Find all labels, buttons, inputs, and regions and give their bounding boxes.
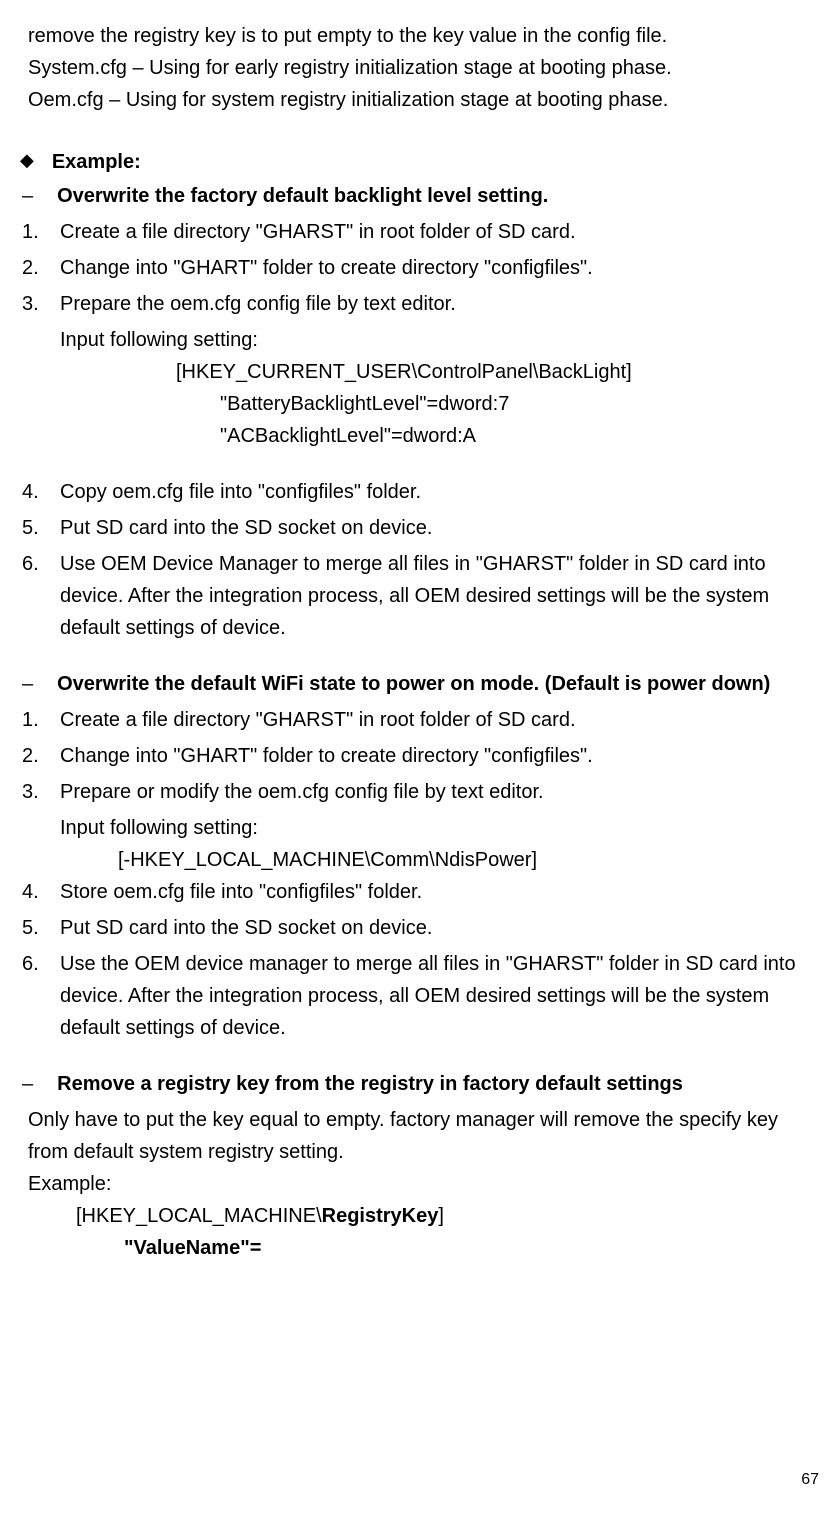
- section-3-text: Only have to put the key equal to empty.…: [28, 1104, 819, 1168]
- step-text: Change into "GHART" folder to create dir…: [60, 740, 819, 772]
- step-item: 3. Prepare or modify the oem.cfg config …: [22, 776, 819, 808]
- section-2-heading: – Overwrite the default WiFi state to po…: [20, 668, 819, 700]
- code-line: "ACBacklightLevel"=dword:A: [22, 420, 819, 452]
- step-item: 1. Create a file directory "GHARST" in r…: [22, 216, 819, 248]
- code-line: [-HKEY_LOCAL_MACHINE\Comm\NdisPower]: [22, 844, 819, 876]
- step-subtext: Input following setting:: [22, 324, 819, 356]
- section-2-steps: 1. Create a file directory "GHARST" in r…: [20, 704, 819, 1044]
- step-subtext: Input following setting:: [22, 812, 819, 844]
- step-text: Create a file directory "GHARST" in root…: [60, 216, 819, 248]
- step-item: 4. Copy oem.cfg file into "configfiles" …: [22, 476, 819, 508]
- example-label: Example:: [52, 146, 141, 178]
- dash-bullet-icon: –: [22, 180, 33, 212]
- page-number: 67: [801, 1467, 819, 1493]
- section-3-title: Remove a registry key from the registry …: [57, 1068, 819, 1100]
- step-text: Prepare or modify the oem.cfg config fil…: [60, 776, 819, 808]
- intro-line-1: remove the registry key is to put empty …: [28, 20, 819, 52]
- step-number: 2.: [22, 252, 60, 284]
- step-item: 1. Create a file directory "GHARST" in r…: [22, 704, 819, 736]
- step-number: 5.: [22, 512, 60, 544]
- intro-line-3: Oem.cfg – Using for system registry init…: [28, 84, 819, 116]
- step-number: 6.: [22, 548, 60, 580]
- step-number: 1.: [22, 704, 60, 736]
- code-bold: RegistryKey: [322, 1205, 439, 1227]
- step-text: Prepare the oem.cfg config file by text …: [60, 288, 819, 320]
- code-line: "ValueName"=: [28, 1232, 819, 1264]
- section-3-heading: – Remove a registry key from the registr…: [20, 1068, 819, 1100]
- step-number: 1.: [22, 216, 60, 248]
- diamond-bullet-icon: ◆: [20, 146, 34, 175]
- step-text: Use OEM Device Manager to merge all file…: [60, 548, 819, 644]
- step-item: 2. Change into "GHART" folder to create …: [22, 252, 819, 284]
- code-line: [HKEY_LOCAL_MACHINE\RegistryKey]: [28, 1200, 819, 1232]
- section-3-body: Only have to put the key equal to empty.…: [20, 1104, 819, 1264]
- step-text: Create a file directory "GHARST" in root…: [60, 704, 819, 736]
- step-item: 5. Put SD card into the SD socket on dev…: [22, 512, 819, 544]
- example-heading: ◆ Example:: [20, 146, 819, 178]
- step-item: 6. Use the OEM device manager to merge a…: [22, 948, 819, 1044]
- step-item: 4. Store oem.cfg file into "configfiles"…: [22, 876, 819, 908]
- step-item: 3. Prepare the oem.cfg config file by te…: [22, 288, 819, 320]
- step-text: Change into "GHART" folder to create dir…: [60, 252, 819, 284]
- step-item: 6. Use OEM Device Manager to merge all f…: [22, 548, 819, 644]
- step-number: 5.: [22, 912, 60, 944]
- section-2-title: Overwrite the default WiFi state to powe…: [57, 668, 819, 700]
- step-number: 6.: [22, 948, 60, 980]
- step-text: Use the OEM device manager to merge all …: [60, 948, 819, 1044]
- step-text: Put SD card into the SD socket on device…: [60, 912, 819, 944]
- section-1-steps: 1. Create a file directory "GHARST" in r…: [20, 216, 819, 644]
- step-text: Copy oem.cfg file into "configfiles" fol…: [60, 476, 819, 508]
- step-item: 2. Change into "GHART" folder to create …: [22, 740, 819, 772]
- code-line: [HKEY_CURRENT_USER\ControlPanel\BackLigh…: [22, 356, 819, 388]
- dash-bullet-icon: –: [22, 1068, 33, 1100]
- intro-line-2: System.cfg – Using for early registry in…: [28, 52, 819, 84]
- step-text: Put SD card into the SD socket on device…: [60, 512, 819, 544]
- step-item: 5. Put SD card into the SD socket on dev…: [22, 912, 819, 944]
- intro-paragraph: remove the registry key is to put empty …: [20, 20, 819, 116]
- section-1-heading: – Overwrite the factory default backligh…: [20, 180, 819, 212]
- code-line: "BatteryBacklightLevel"=dword:7: [22, 388, 819, 420]
- step-number: 4.: [22, 876, 60, 908]
- section-1-title: Overwrite the factory default backlight …: [57, 180, 819, 212]
- step-number: 3.: [22, 288, 60, 320]
- step-text: Store oem.cfg file into "configfiles" fo…: [60, 876, 819, 908]
- code-prefix: [HKEY_LOCAL_MACHINE\: [76, 1205, 322, 1227]
- section-3-example-label: Example:: [28, 1168, 819, 1200]
- code-suffix: ]: [438, 1205, 444, 1227]
- step-number: 3.: [22, 776, 60, 808]
- dash-bullet-icon: –: [22, 668, 33, 700]
- step-number: 4.: [22, 476, 60, 508]
- step-number: 2.: [22, 740, 60, 772]
